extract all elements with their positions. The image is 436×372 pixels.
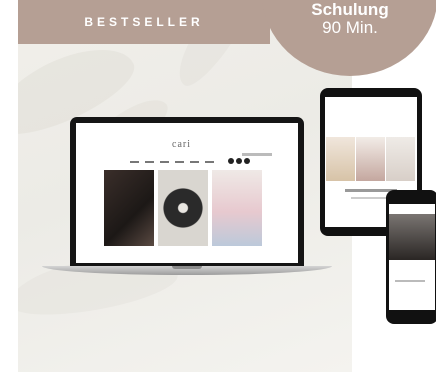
bestseller-label: BESTSELLER xyxy=(84,15,204,29)
brand-logo: cari xyxy=(172,139,191,150)
bestseller-badge: BESTSELLER xyxy=(18,0,270,44)
tablet-image xyxy=(386,137,415,181)
hero-image xyxy=(104,170,154,246)
search-bar xyxy=(242,153,272,156)
hero-image xyxy=(158,170,208,246)
phone-image xyxy=(389,214,435,260)
laptop-mockup: cari xyxy=(70,117,304,267)
laptop-display: cari xyxy=(76,123,298,263)
course-type-label: Schulung xyxy=(311,0,389,19)
phone-text xyxy=(395,280,425,282)
nav-menu xyxy=(130,161,214,163)
social-icons xyxy=(228,158,250,164)
duration-label: 90 Min. xyxy=(322,18,378,37)
hero-image xyxy=(212,170,262,246)
laptop-notch xyxy=(172,266,202,269)
phone-display xyxy=(389,204,435,310)
tablet-text xyxy=(351,197,391,199)
tablet-image xyxy=(326,137,355,181)
tablet-image xyxy=(356,137,385,181)
phone-mockup xyxy=(386,190,436,324)
